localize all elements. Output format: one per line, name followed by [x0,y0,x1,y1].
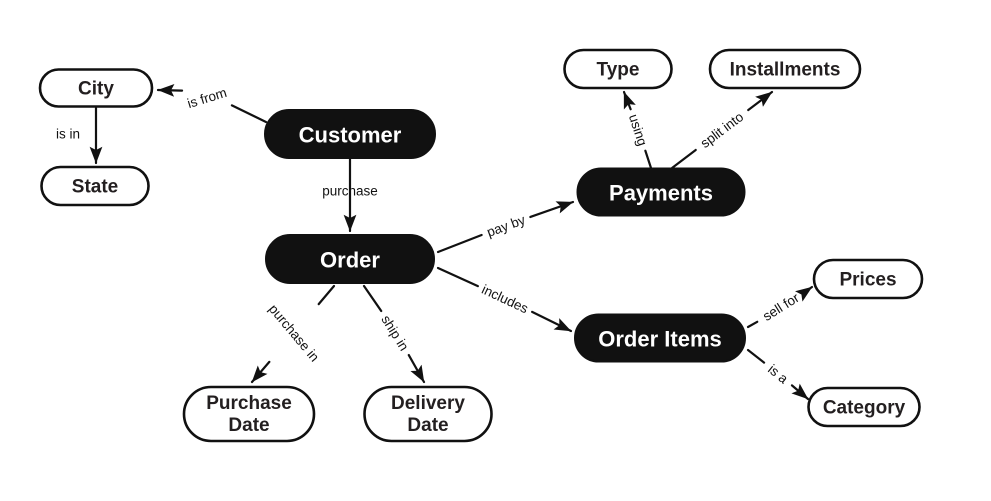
edge-label-order-items-category: is a [765,362,791,387]
node-label: State [72,177,118,198]
node-order[interactable]: Order [265,234,435,284]
node-delivery_date[interactable]: Delivery Date [363,385,493,443]
edge-label-customer-city: is from [185,85,228,111]
edge-segment [436,266,479,288]
edge-label-order-payments: pay by [485,212,528,240]
edge-segment-arrow [529,200,575,219]
node-label: Order [320,248,380,273]
node-installments[interactable]: Installments [708,48,862,90]
node-label: City [78,79,114,100]
edge-segment [644,149,653,170]
nodes-layer: City State Customer Order Purchase Date Delive… [38,48,924,443]
node-city[interactable]: City [38,68,154,108]
edge-segment-arrow [531,310,573,333]
edge-segment-arrow [622,90,636,111]
node-label: Installments [730,60,841,81]
node-purchase_date[interactable]: Purchase Date [182,385,316,443]
node-state[interactable]: State [40,165,150,207]
node-payments[interactable]: Payments [576,167,746,217]
node-category[interactable]: Category [807,386,921,428]
edge-label-payments-type: using [626,112,650,147]
edge-segment [436,233,483,254]
edge-segment [746,348,766,364]
edge-segment [230,104,268,124]
node-label: Type [597,60,640,81]
node-label: Prices [839,270,896,291]
edge-segment-arrow [747,90,774,112]
edge-label-order-purchase-date: purchase in [266,301,322,364]
edge-segment [746,320,759,329]
edge-segment [317,284,336,306]
edge-label-order-delivery-date: ship in [378,312,411,353]
edge-label-payments-installments: split into [698,109,747,151]
edge-segment [362,284,383,313]
edge-segment-arrow [407,353,426,384]
mindmap-diagram: City State Customer Order Purchase Date Delive… [0,0,991,501]
node-type[interactable]: Type [563,48,673,90]
node-prices[interactable]: Prices [812,258,924,300]
edge-label-order-order-items: includes [479,282,530,317]
node-order_items[interactable]: Order Items [574,313,746,363]
node-label: Payments [609,181,713,206]
node-customer[interactable]: Customer [264,109,436,159]
node-label: Order Items [598,327,722,352]
edge-segment-arrow [790,383,810,401]
edge-label-city-state: is in [56,127,80,142]
edge-segment-arrow [795,285,814,302]
edge-segment-arrow [156,84,184,97]
diagram-canvas: City State Customer Order Purchase Date Delive… [38,48,924,443]
node-label: Customer [299,123,402,148]
edge-segment [670,148,697,170]
node-label: Category [823,398,906,419]
edge-segment-arrow [250,360,271,384]
edge-label-order-items-prices: sell for [760,290,802,324]
edge-label-customer-order: purchase [322,184,378,199]
